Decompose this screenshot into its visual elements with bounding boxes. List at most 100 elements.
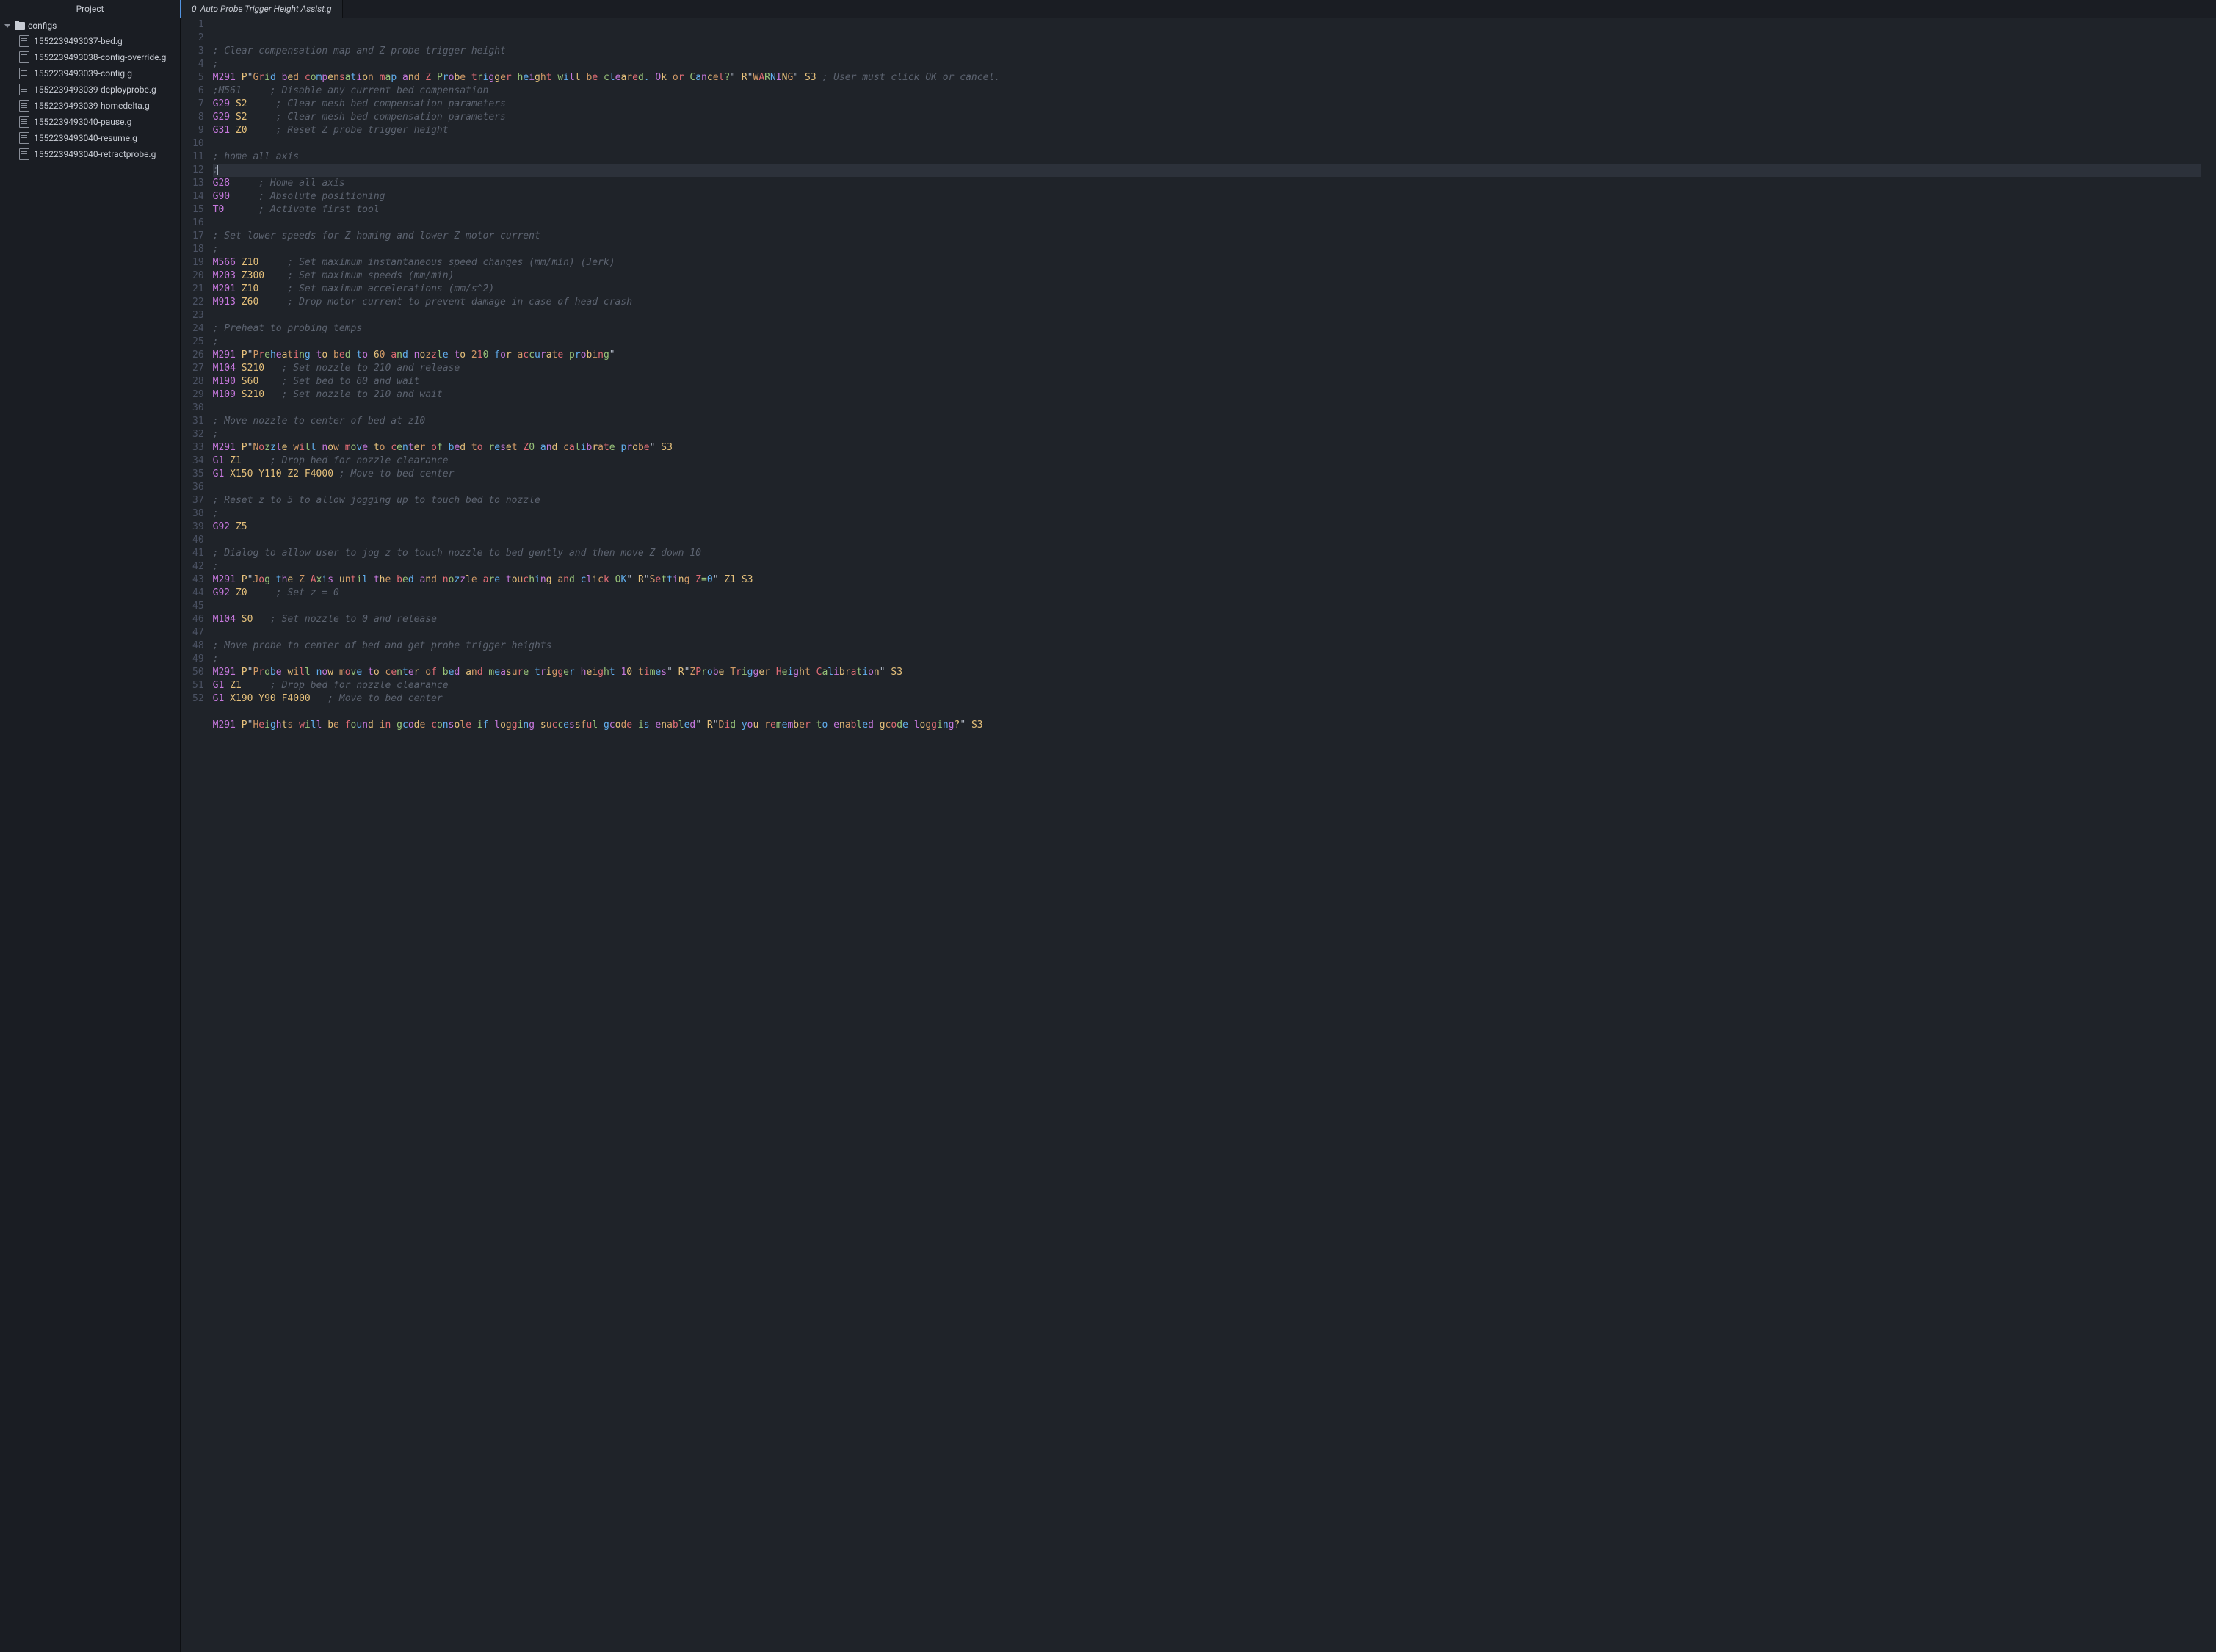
line-number: 4 [192, 58, 204, 71]
line-number: 26 [192, 349, 204, 362]
tree-file-label: 1552239493040-resume.g [34, 133, 137, 143]
file-icon [19, 116, 29, 128]
code-line[interactable]: T0 ; Activate first tool [213, 203, 2201, 217]
code-line[interactable]: M104 S0 ; Set nozzle to 0 and release [213, 613, 2201, 626]
line-number: 35 [192, 468, 204, 481]
code-line[interactable]: G28 ; Home all axis [213, 177, 2201, 190]
code-line[interactable] [213, 600, 2201, 613]
code-line[interactable]: ; Move nozzle to center of bed at z10 [213, 415, 2201, 428]
code-line[interactable]: G1 Z1 ; Drop bed for nozzle clearance [213, 454, 2201, 468]
line-number: 23 [192, 309, 204, 322]
project-panel-title[interactable]: Project [0, 0, 180, 18]
code-line[interactable]: M913 Z60 ; Drop motor current to prevent… [213, 296, 2201, 309]
code-line[interactable]: G1 Z1 ; Drop bed for nozzle clearance [213, 679, 2201, 692]
code-line[interactable]: M291 P"Preheating to bed to 60 and nozzl… [213, 349, 2201, 362]
line-number: 15 [192, 203, 204, 217]
code-line[interactable] [213, 481, 2201, 494]
code-line[interactable]: G1 X190 Y90 F4000 ; Move to bed center [213, 692, 2201, 706]
code-line[interactable]: ; Reset z to 5 to allow jogging up to to… [213, 494, 2201, 507]
line-number: 43 [192, 573, 204, 587]
main: configs 1552239493037-bed.g 1552239493038… [0, 18, 2216, 1652]
line-number: 27 [192, 362, 204, 375]
code-line[interactable]: M566 Z10 ; Set maximum instantaneous spe… [213, 256, 2201, 269]
code-line[interactable] [213, 137, 2201, 151]
tree-file-item[interactable]: 1552239493040-retractprobe.g [0, 146, 180, 162]
line-number: 30 [192, 402, 204, 415]
file-icon [19, 35, 29, 47]
code-line[interactable]: M291 P"Jog the Z Axis until the bed and … [213, 573, 2201, 587]
code-line[interactable]: M109 S210 ; Set nozzle to 210 and wait [213, 388, 2201, 402]
code-line[interactable]: ; home all axis [213, 151, 2201, 164]
code-line[interactable]: G29 S2 ; Clear mesh bed compensation par… [213, 111, 2201, 124]
line-number: 6 [192, 84, 204, 98]
line-number: 24 [192, 322, 204, 336]
file-tree[interactable]: configs 1552239493037-bed.g 1552239493038… [0, 18, 181, 1652]
code-line[interactable]: M291 P"Grid bed compensation map and Z P… [213, 71, 2201, 84]
file-icon [19, 68, 29, 79]
tree-file-item[interactable]: 1552239493037-bed.g [0, 33, 180, 49]
file-icon [19, 148, 29, 160]
tree-folder-configs[interactable]: configs [0, 18, 180, 33]
code-line[interactable]: M201 Z10 ; Set maximum accelerations (mm… [213, 283, 2201, 296]
tree-file-item[interactable]: 1552239493038-config-override.g [0, 49, 180, 65]
code-line[interactable]: ; Set lower speeds for Z homing and lowe… [213, 230, 2201, 243]
code-line[interactable]: G29 S2 ; Clear mesh bed compensation par… [213, 98, 2201, 111]
code-line[interactable]: G90 ; Absolute positioning [213, 190, 2201, 203]
code-line[interactable]: M291 P"Probe will now move to center of … [213, 666, 2201, 679]
tree-file-item[interactable]: 1552239493040-resume.g [0, 130, 180, 146]
code-line[interactable]: M291 P"Nozzle will now move to center of… [213, 441, 2201, 454]
tree-file-label: 1552239493038-config-override.g [34, 52, 166, 62]
code-line[interactable]: G92 Z0 ; Set z = 0 [213, 587, 2201, 600]
line-number: 19 [192, 256, 204, 269]
app-root: Project 0_Auto Probe Trigger Height Assi… [0, 0, 2216, 1652]
code-line[interactable]: ; [213, 243, 2201, 256]
code-line[interactable]: ;M561 ; Disable any current bed compensa… [213, 84, 2201, 98]
editor-tab-active[interactable]: 0_Auto Probe Trigger Height Assist.g [180, 0, 343, 18]
code-line[interactable]: ; Clear compensation map and Z probe tri… [213, 45, 2201, 58]
tree-file-item[interactable]: 1552239493039-deployprobe.g [0, 81, 180, 98]
code-line[interactable] [213, 626, 2201, 640]
tree-file-item[interactable]: 1552239493039-homedelta.g [0, 98, 180, 114]
code-line[interactable]: ; [213, 336, 2201, 349]
line-number: 39 [192, 521, 204, 534]
code-line[interactable] [213, 309, 2201, 322]
line-number: 45 [192, 600, 204, 613]
code-line[interactable]: G1 X150 Y110 Z2 F4000 ; Move to bed cent… [213, 468, 2201, 481]
code-line[interactable] [213, 217, 2201, 230]
code-line[interactable] [213, 706, 2201, 719]
line-number: 51 [192, 679, 204, 692]
code-line[interactable]: M203 Z300 ; Set maximum speeds (mm/min) [213, 269, 2201, 283]
code-line[interactable]: ; [213, 164, 2201, 177]
text-cursor [217, 165, 218, 175]
code-line[interactable]: G92 Z5 [213, 521, 2201, 534]
line-number: 18 [192, 243, 204, 256]
code-line[interactable] [213, 402, 2201, 415]
line-number: 37 [192, 494, 204, 507]
code-line[interactable]: ; [213, 653, 2201, 666]
line-number: 12 [192, 164, 204, 177]
code-line[interactable]: ; [213, 428, 2201, 441]
code-line[interactable] [213, 534, 2201, 547]
line-number: 42 [192, 560, 204, 573]
tree-file-item[interactable]: 1552239493040-pause.g [0, 114, 180, 130]
code-line[interactable]: ; Preheat to probing temps [213, 322, 2201, 336]
line-number: 14 [192, 190, 204, 203]
code-line[interactable]: ; Dialog to allow user to jog z to touch… [213, 547, 2201, 560]
code-line[interactable]: M291 P"Heights will be found in gcode co… [213, 719, 2201, 732]
folder-label: configs [28, 21, 57, 31]
code-line[interactable]: G31 Z0 ; Reset Z probe trigger height [213, 124, 2201, 137]
tree-file-label: 1552239493040-retractprobe.g [34, 149, 156, 159]
code-line[interactable]: M104 S210 ; Set nozzle to 210 and releas… [213, 362, 2201, 375]
code-editor[interactable]: 1234567891011121314151617181920212223242… [181, 18, 2216, 1652]
tree-file-item[interactable]: 1552239493039-config.g [0, 65, 180, 81]
code-line[interactable]: ; [213, 507, 2201, 521]
tree-file-label: 1552239493039-deployprobe.g [34, 84, 156, 95]
code-line[interactable]: ; [213, 560, 2201, 573]
code-line[interactable]: ; [213, 58, 2201, 71]
tree-file-label: 1552239493039-config.g [34, 68, 132, 79]
code-line[interactable]: ; Move probe to center of bed and get pr… [213, 640, 2201, 653]
line-number: 21 [192, 283, 204, 296]
line-number: 2 [192, 32, 204, 45]
code-content[interactable]: ; Clear compensation map and Z probe tri… [213, 18, 2216, 1652]
code-line[interactable]: M190 S60 ; Set bed to 60 and wait [213, 375, 2201, 388]
